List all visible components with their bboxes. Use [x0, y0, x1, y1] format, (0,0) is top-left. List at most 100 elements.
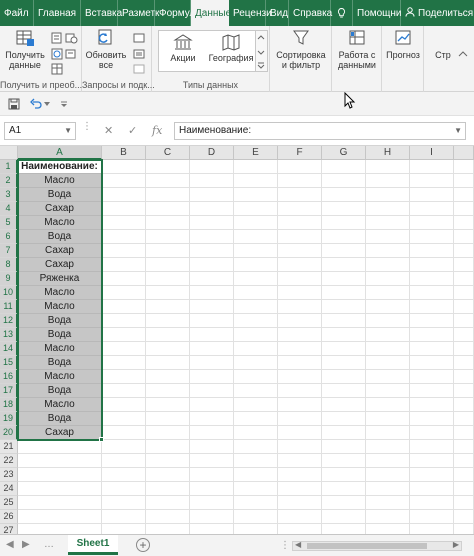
column-header-b[interactable]: B [102, 146, 146, 160]
empty-cell[interactable] [278, 356, 322, 370]
empty-cell[interactable] [102, 342, 146, 356]
row-header[interactable]: 16 [0, 370, 18, 384]
empty-cell[interactable] [234, 188, 278, 202]
empty-cell[interactable] [322, 272, 366, 286]
edit-links-icon[interactable] [132, 63, 146, 75]
empty-cell[interactable] [234, 468, 278, 482]
empty-cell[interactable] [102, 286, 146, 300]
empty-cell[interactable] [190, 384, 234, 398]
empty-cell[interactable] [190, 328, 234, 342]
text-csv-icon[interactable] [50, 32, 64, 44]
empty-cell[interactable] [322, 356, 366, 370]
scroll-thumb[interactable] [307, 543, 427, 549]
chevron-down-icon[interactable]: ▼ [64, 123, 72, 139]
empty-cell[interactable] [454, 468, 474, 482]
empty-cell[interactable] [234, 272, 278, 286]
empty-cell[interactable] [146, 174, 190, 188]
row-header[interactable]: 4 [0, 202, 18, 216]
row-header[interactable]: 7 [0, 244, 18, 258]
tab-tell-me[interactable]: Помощни [353, 0, 402, 26]
empty-cell[interactable] [366, 398, 410, 412]
empty-cell[interactable] [366, 384, 410, 398]
tab-review[interactable]: Рецензи [229, 0, 272, 26]
product-cell[interactable]: Масло [18, 174, 102, 188]
empty-cell[interactable] [190, 356, 234, 370]
empty-cell[interactable] [190, 188, 234, 202]
empty-cell[interactable] [454, 454, 474, 468]
empty-cell[interactable] [102, 328, 146, 342]
empty-cell[interactable] [454, 384, 474, 398]
recent-sources-icon[interactable] [64, 32, 78, 44]
empty-cell[interactable] [190, 370, 234, 384]
empty-cell[interactable] [102, 160, 146, 174]
empty-cell[interactable] [410, 258, 454, 272]
enter-icon[interactable]: ✓ [128, 124, 137, 137]
column-header-g[interactable]: G [322, 146, 366, 160]
empty-cell[interactable] [234, 454, 278, 468]
tab-file[interactable]: Файл [0, 0, 34, 26]
empty-cell[interactable] [234, 300, 278, 314]
empty-cell[interactable] [366, 454, 410, 468]
empty-cell[interactable] [366, 202, 410, 216]
empty-cell[interactable] [454, 272, 474, 286]
empty-cell[interactable] [322, 230, 366, 244]
empty-cell[interactable] [278, 258, 322, 272]
stocks-button[interactable]: Акции [161, 33, 205, 71]
fill-handle[interactable] [99, 437, 104, 442]
row-header[interactable]: 13 [0, 328, 18, 342]
empty-cell[interactable] [366, 286, 410, 300]
empty-cell[interactable] [322, 160, 366, 174]
row-header[interactable]: 8 [0, 258, 18, 272]
empty-cell[interactable] [278, 510, 322, 524]
empty-cell[interactable] [366, 426, 410, 440]
column-header-c[interactable]: C [146, 146, 190, 160]
empty-cell[interactable] [146, 328, 190, 342]
empty-cell[interactable] [454, 286, 474, 300]
empty-cell[interactable] [454, 524, 474, 534]
row-header[interactable]: 9 [0, 272, 18, 286]
structure-button[interactable]: Стр [428, 50, 458, 60]
empty-cell[interactable] [278, 230, 322, 244]
row-header[interactable]: 10 [0, 286, 18, 300]
row-header[interactable]: 17 [0, 384, 18, 398]
empty-cell[interactable] [190, 272, 234, 286]
column-header-f[interactable]: F [278, 146, 322, 160]
tab-help[interactable]: Справка [289, 0, 332, 26]
row-header[interactable]: 15 [0, 356, 18, 370]
existing-connections-icon[interactable] [64, 48, 78, 60]
empty-cell[interactable] [454, 370, 474, 384]
empty-cell[interactable] [410, 496, 454, 510]
product-cell[interactable]: Вода [18, 314, 102, 328]
empty-cell[interactable] [234, 356, 278, 370]
empty-cell[interactable] [278, 398, 322, 412]
empty-cell[interactable] [102, 188, 146, 202]
row-header[interactable]: 22 [0, 454, 18, 468]
empty-cell[interactable] [102, 412, 146, 426]
insert-function-icon[interactable]: fx [152, 124, 162, 137]
empty-cell[interactable] [278, 440, 322, 454]
product-cell[interactable]: Вода [18, 412, 102, 426]
empty-cell[interactable] [278, 496, 322, 510]
empty-cell[interactable] [454, 482, 474, 496]
empty-cell[interactable] [146, 244, 190, 258]
empty-cell[interactable] [410, 426, 454, 440]
empty-cell[interactable] [102, 482, 146, 496]
empty-cell[interactable] [190, 342, 234, 356]
empty-cell[interactable] [410, 174, 454, 188]
empty-cell[interactable] [234, 342, 278, 356]
empty-cell[interactable] [322, 384, 366, 398]
empty-cell[interactable] [234, 328, 278, 342]
empty-cell[interactable] [410, 286, 454, 300]
empty-cell[interactable] [366, 244, 410, 258]
refresh-all-button[interactable]: Обновить все [86, 28, 126, 70]
empty-cell[interactable] [278, 286, 322, 300]
empty-cell[interactable] [146, 370, 190, 384]
empty-cell[interactable] [278, 482, 322, 496]
empty-cell[interactable] [454, 244, 474, 258]
empty-cell[interactable] [322, 440, 366, 454]
empty-cell[interactable] [146, 412, 190, 426]
row-header[interactable]: 27 [0, 524, 18, 534]
empty-cell[interactable] [454, 426, 474, 440]
tab-data[interactable]: Данные [191, 0, 231, 26]
product-cell[interactable]: Вода [18, 188, 102, 202]
